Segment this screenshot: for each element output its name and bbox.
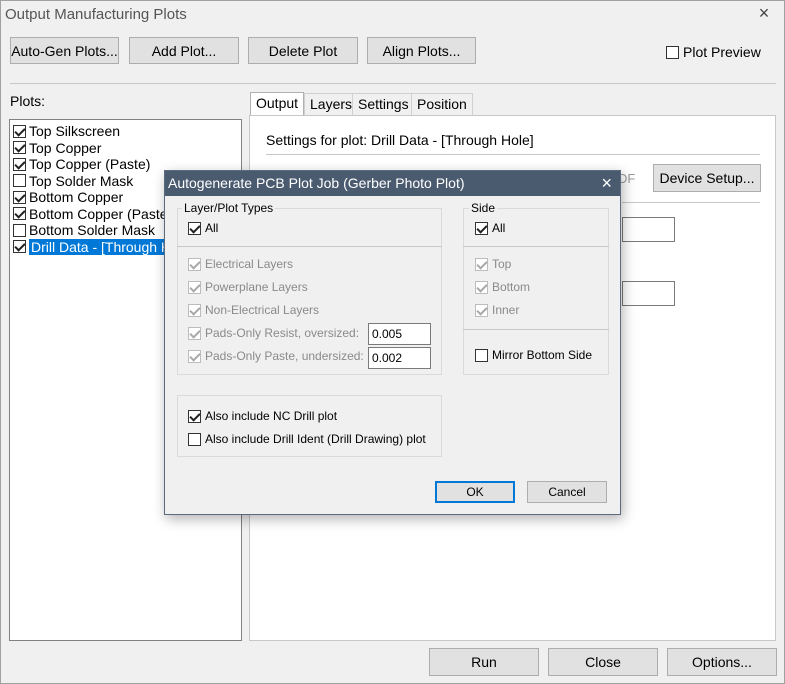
plot-label: Bottom Copper bbox=[29, 189, 124, 205]
layers-all-label: All bbox=[205, 221, 219, 235]
tab-settings[interactable]: Settings bbox=[352, 93, 415, 115]
plot-list-item[interactable]: Top Silkscreen bbox=[10, 123, 241, 140]
device-setup-button[interactable]: Device Setup... bbox=[653, 164, 761, 192]
add-plot-button[interactable]: Add Plot... bbox=[129, 37, 239, 64]
layer-plot-types-label: Layer/Plot Types bbox=[182, 201, 276, 215]
drill-ident-label: Also include Drill Ident (Drill Drawing)… bbox=[205, 432, 426, 446]
window-close-button[interactable]: × bbox=[754, 3, 774, 24]
dialog-title: Autogenerate PCB Plot Job (Gerber Photo … bbox=[165, 171, 620, 196]
mirror-bottom-checkbox[interactable] bbox=[475, 348, 488, 362]
close-button[interactable]: Close bbox=[548, 648, 658, 676]
resist-oversize-input[interactable]: 0.005 bbox=[368, 323, 431, 345]
drill-options-group bbox=[177, 395, 442, 457]
plot-label: Top Copper (Paste) bbox=[29, 156, 151, 172]
layers-divider bbox=[177, 246, 442, 247]
settings-field-2[interactable] bbox=[622, 281, 675, 306]
electrical-layers-checkbox[interactable] bbox=[188, 257, 201, 271]
run-button[interactable]: Run bbox=[429, 648, 539, 676]
settings-field-1[interactable] bbox=[622, 217, 675, 242]
side-bottom-option[interactable]: Bottom bbox=[475, 280, 530, 294]
side-divider-2 bbox=[463, 329, 609, 330]
side-divider bbox=[463, 246, 609, 247]
plot-checkbox[interactable] bbox=[13, 207, 26, 221]
mirror-bottom-label: Mirror Bottom Side bbox=[492, 348, 593, 362]
side-inner-label: Inner bbox=[492, 303, 520, 317]
window-title: Output Manufacturing Plots bbox=[5, 6, 187, 23]
plot-label: Bottom Solder Mask bbox=[29, 222, 156, 238]
plot-checkbox[interactable] bbox=[13, 240, 26, 254]
side-top-checkbox[interactable] bbox=[475, 257, 488, 271]
plot-checkbox[interactable] bbox=[13, 174, 26, 188]
tab-layers[interactable]: Layers bbox=[304, 93, 359, 115]
side-bottom-checkbox[interactable] bbox=[475, 280, 488, 294]
plot-preview-checkbox[interactable] bbox=[666, 45, 679, 59]
plot-label: Top Silkscreen bbox=[29, 123, 121, 139]
plot-list-item[interactable]: Top Copper bbox=[10, 140, 241, 157]
non-electrical-layers-label: Non-Electrical Layers bbox=[205, 303, 320, 317]
ok-button[interactable]: OK bbox=[435, 481, 515, 503]
pads-only-paste-option[interactable]: Pads-Only Paste, undersized: bbox=[188, 349, 364, 363]
side-all-label: All bbox=[492, 221, 506, 235]
plot-label: Top Solder Mask bbox=[29, 172, 134, 189]
settings-title: Settings for plot: Drill Data - [Through… bbox=[266, 132, 534, 148]
layers-all-option[interactable]: All bbox=[188, 221, 218, 235]
nc-drill-option[interactable]: Also include NC Drill plot bbox=[188, 409, 337, 423]
options-button[interactable]: Options... bbox=[667, 648, 777, 676]
nc-drill-label: Also include NC Drill plot bbox=[205, 409, 338, 423]
plot-checkbox[interactable] bbox=[13, 190, 26, 204]
pads-only-paste-label: Pads-Only Paste, undersized: bbox=[205, 349, 364, 363]
delete-plot-button[interactable]: Delete Plot bbox=[248, 37, 358, 64]
powerplane-layers-checkbox[interactable] bbox=[188, 280, 201, 294]
plot-label: Drill Data - [Through Ho bbox=[29, 238, 181, 255]
settings-divider-2 bbox=[622, 202, 760, 203]
paste-undersize-input[interactable]: 0.002 bbox=[368, 347, 431, 369]
plot-checkbox[interactable] bbox=[13, 141, 26, 155]
pads-only-paste-checkbox[interactable] bbox=[188, 349, 201, 363]
cancel-button[interactable]: Cancel bbox=[527, 481, 607, 503]
autogenerate-dialog: Autogenerate PCB Plot Job (Gerber Photo … bbox=[164, 170, 621, 515]
layers-all-checkbox[interactable] bbox=[188, 221, 201, 235]
plot-checkbox[interactable] bbox=[13, 157, 26, 171]
plot-checkbox[interactable] bbox=[13, 223, 26, 237]
drill-ident-option[interactable]: Also include Drill Ident (Drill Drawing)… bbox=[188, 432, 426, 446]
mirror-bottom-option[interactable]: Mirror Bottom Side bbox=[475, 348, 592, 362]
powerplane-layers-option[interactable]: Powerplane Layers bbox=[188, 280, 308, 294]
drill-ident-checkbox[interactable] bbox=[188, 432, 201, 446]
plot-label: Top Copper bbox=[29, 139, 102, 156]
plot-checkbox[interactable] bbox=[13, 124, 26, 138]
settings-divider bbox=[266, 154, 760, 155]
side-bottom-label: Bottom bbox=[492, 280, 531, 294]
dialog-close-button[interactable]: × bbox=[601, 171, 612, 196]
side-top-label: Top bbox=[492, 257, 512, 271]
plot-label: Bottom Copper (Paste) bbox=[29, 205, 173, 222]
pads-only-resist-checkbox[interactable] bbox=[188, 326, 201, 340]
align-plots-button[interactable]: Align Plots... bbox=[367, 37, 476, 64]
nc-drill-checkbox[interactable] bbox=[188, 409, 201, 423]
side-all-option[interactable]: All bbox=[475, 221, 505, 235]
side-inner-option[interactable]: Inner bbox=[475, 303, 519, 317]
powerplane-layers-label: Powerplane Layers bbox=[205, 280, 308, 294]
pads-only-resist-label: Pads-Only Resist, oversized: bbox=[205, 326, 360, 340]
side-inner-checkbox[interactable] bbox=[475, 303, 488, 317]
tab-position[interactable]: Position bbox=[411, 93, 473, 115]
non-electrical-layers-option[interactable]: Non-Electrical Layers bbox=[188, 303, 319, 317]
electrical-layers-label: Electrical Layers bbox=[205, 257, 294, 271]
non-electrical-layers-checkbox[interactable] bbox=[188, 303, 201, 317]
electrical-layers-option[interactable]: Electrical Layers bbox=[188, 257, 293, 271]
side-all-checkbox[interactable] bbox=[475, 221, 488, 235]
auto-gen-plots-button[interactable]: Auto-Gen Plots... bbox=[10, 37, 119, 64]
side-top-option[interactable]: Top bbox=[475, 257, 511, 271]
pads-only-resist-option[interactable]: Pads-Only Resist, oversized: bbox=[188, 326, 359, 340]
tab-output[interactable]: Output bbox=[250, 92, 305, 116]
plot-preview-label: Plot Preview bbox=[683, 44, 761, 60]
side-label: Side bbox=[469, 201, 498, 215]
plot-preview-toggle[interactable]: Plot Preview bbox=[666, 44, 761, 60]
plots-label: Plots: bbox=[10, 93, 46, 109]
toolbar-divider bbox=[10, 83, 776, 84]
